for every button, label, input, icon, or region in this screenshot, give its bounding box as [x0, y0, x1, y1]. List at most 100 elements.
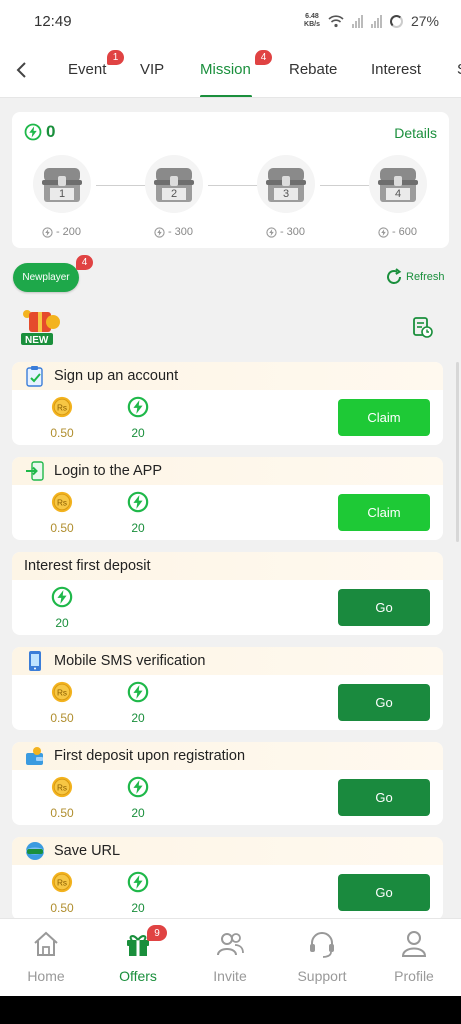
chest-2[interactable]: 2 [144, 154, 204, 214]
active-tab-indicator [200, 95, 252, 97]
nav-support[interactable]: Support [284, 929, 360, 984]
points-reward: 20 [118, 396, 158, 440]
details-link[interactable]: Details [394, 125, 437, 141]
task-history-icon[interactable] [411, 316, 433, 338]
svg-text:Rs: Rs [57, 784, 67, 793]
points-reward: 20 [118, 871, 158, 915]
task-card: Login to the APP Rs 0.50 20 Claim [12, 457, 443, 540]
task-list[interactable]: Sign up an account Rs 0.50 20 Claim Logi… [12, 362, 449, 918]
bolt-icon [266, 227, 277, 238]
network-speed: 6.48 KB/s [304, 13, 320, 28]
signal-icon [351, 14, 363, 28]
bolt-icon [127, 871, 149, 893]
invite-icon [217, 933, 244, 956]
tab-mission[interactable]: Mission [200, 61, 251, 78]
chest-reward: -200 [42, 226, 81, 238]
wifi-icon [328, 14, 344, 27]
task-card: Mobile SMS verification Rs 0.50 20 Go [12, 647, 443, 730]
bolt-icon [127, 681, 149, 703]
headset-icon [310, 932, 334, 958]
points-reward: 20 [42, 586, 82, 630]
tab-event[interactable]: Event [68, 61, 106, 78]
chest-4[interactable]: 4 [368, 154, 428, 214]
system-navigation-bar [0, 996, 461, 1024]
nav-offers[interactable]: 9 Offers [100, 925, 176, 984]
mission-progress-card: 0 Details 1 2 3 4 -200 -300 -300 -600 [12, 112, 449, 248]
bolt-icon [154, 227, 165, 238]
treasure-chest-icon [32, 154, 92, 214]
bolt-icon [127, 396, 149, 418]
go-button[interactable]: Go [338, 874, 430, 911]
rupee-coin-icon: Rs [51, 776, 73, 798]
points-reward: 20 [118, 776, 158, 820]
task-card: First deposit upon registration Rs 0.50 … [12, 742, 443, 825]
scrollbar[interactable] [456, 362, 459, 542]
cash-reward: Rs 0.50 [42, 491, 82, 535]
go-button[interactable]: Go [338, 684, 430, 721]
task-title: Mobile SMS verification [54, 653, 206, 669]
chest-1[interactable]: 1 [32, 154, 92, 214]
svg-text:Rs: Rs [57, 404, 67, 413]
battery-icon [389, 14, 403, 28]
globe-www-icon [26, 842, 44, 860]
points-reward: 20 [118, 491, 158, 535]
bolt-icon [42, 227, 53, 238]
newplayer-badge: 4 [76, 255, 93, 270]
signal-icon [370, 14, 382, 28]
profile-icon [401, 931, 427, 957]
svg-text:Rs: Rs [57, 879, 67, 888]
go-button[interactable]: Go [338, 779, 430, 816]
treasure-chest-icon [144, 154, 204, 214]
tab-vip[interactable]: VIP [140, 61, 164, 78]
bolt-icon [127, 491, 149, 513]
bolt-icon [127, 776, 149, 798]
tab-interest[interactable]: Interest [371, 61, 421, 78]
tab-partial[interactable]: S [457, 61, 461, 78]
nav-profile[interactable]: Profile [376, 929, 452, 984]
treasure-chest-icon [368, 154, 428, 214]
chest-reward: -300 [154, 226, 193, 238]
bolt-icon [24, 123, 42, 141]
claim-button[interactable]: Claim [338, 494, 430, 531]
bolt-icon [378, 227, 389, 238]
bolt-icon [51, 586, 73, 608]
treasure-chest-icon [256, 154, 316, 214]
task-title: Interest first deposit [24, 558, 151, 574]
task-card: Sign up an account Rs 0.50 20 Claim [12, 362, 443, 445]
chest-reward: -300 [266, 226, 305, 238]
login-icon [26, 461, 44, 481]
new-player-gift-icon: NEW [21, 310, 60, 346]
chest-3[interactable]: 3 [256, 154, 316, 214]
refresh-icon [387, 268, 402, 284]
task-title: Sign up an account [54, 368, 179, 384]
newplayer-filter-button[interactable]: Newplayer [13, 263, 79, 292]
tab-rebate[interactable]: Rebate [289, 61, 337, 78]
cash-reward: Rs 0.50 [42, 871, 82, 915]
task-card: Interest first deposit 20 Go [12, 552, 443, 635]
wallet-deposit-icon [26, 747, 43, 765]
claim-button[interactable]: Claim [338, 399, 430, 436]
task-title: First deposit upon registration [54, 748, 246, 764]
tab-event-badge: 1 [107, 50, 124, 65]
svg-text:Rs: Rs [57, 689, 67, 698]
task-card: Save URL Rs 0.50 20 Go [12, 837, 443, 918]
tab-mission-badge: 4 [255, 50, 272, 65]
task-title: Login to the APP [54, 463, 163, 479]
svg-text:NEW: NEW [25, 335, 49, 346]
bottom-nav: Home 9 Offers Invite Support Profile [0, 918, 461, 996]
top-tab-bar: Event 1 VIP Mission 4 Rebate Interest S [0, 42, 461, 98]
back-arrow-icon[interactable] [12, 58, 32, 82]
svg-text:Rs: Rs [57, 499, 67, 508]
nav-home[interactable]: Home [8, 929, 84, 984]
nav-invite[interactable]: Invite [192, 929, 268, 984]
rupee-coin-icon: Rs [51, 871, 73, 893]
task-title: Save URL [54, 843, 121, 859]
battery-percent: 27% [410, 13, 439, 29]
rupee-coin-icon: Rs [51, 396, 73, 418]
mobile-phone-icon [29, 651, 41, 671]
refresh-button[interactable]: Refresh [385, 268, 445, 286]
clipboard-icon [26, 366, 43, 387]
cash-reward: Rs 0.50 [42, 681, 82, 725]
go-button[interactable]: Go [338, 589, 430, 626]
home-icon [34, 931, 58, 956]
